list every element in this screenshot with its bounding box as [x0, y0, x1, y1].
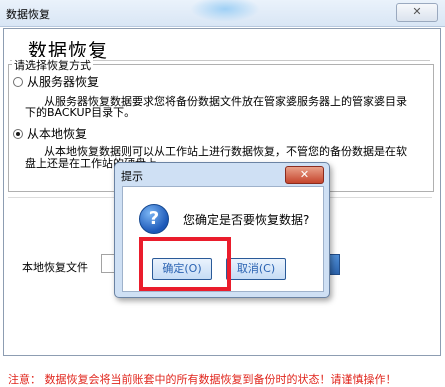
- window-close-button[interactable]: ✕: [396, 3, 438, 22]
- window-title: 数据恢复: [6, 8, 50, 21]
- radio-label-local: 从本地恢复: [27, 127, 88, 141]
- dialog-title: 提示: [121, 170, 143, 183]
- radio-button-server[interactable]: [13, 76, 23, 87]
- highlight-annotation: [139, 237, 231, 291]
- local-file-label: 本地恢复文件: [22, 261, 88, 274]
- radio-restore-from-local[interactable]: 从本地恢复: [13, 125, 87, 142]
- dialog-message: 您确定是否要恢复数据?: [183, 213, 310, 227]
- dialog-close-button[interactable]: ✕: [285, 166, 324, 184]
- cancel-button[interactable]: 取消(C): [226, 258, 286, 280]
- restore-method-legend: 请选择恢复方式: [12, 57, 93, 73]
- radio-button-local[interactable]: [13, 128, 23, 139]
- server-description-line2: 下的BACKUP目录下。: [25, 106, 136, 119]
- radio-label-server: 从服务器恢复: [27, 75, 100, 89]
- question-icon: ?: [139, 204, 169, 234]
- radio-restore-from-server[interactable]: 从服务器恢复: [13, 73, 99, 90]
